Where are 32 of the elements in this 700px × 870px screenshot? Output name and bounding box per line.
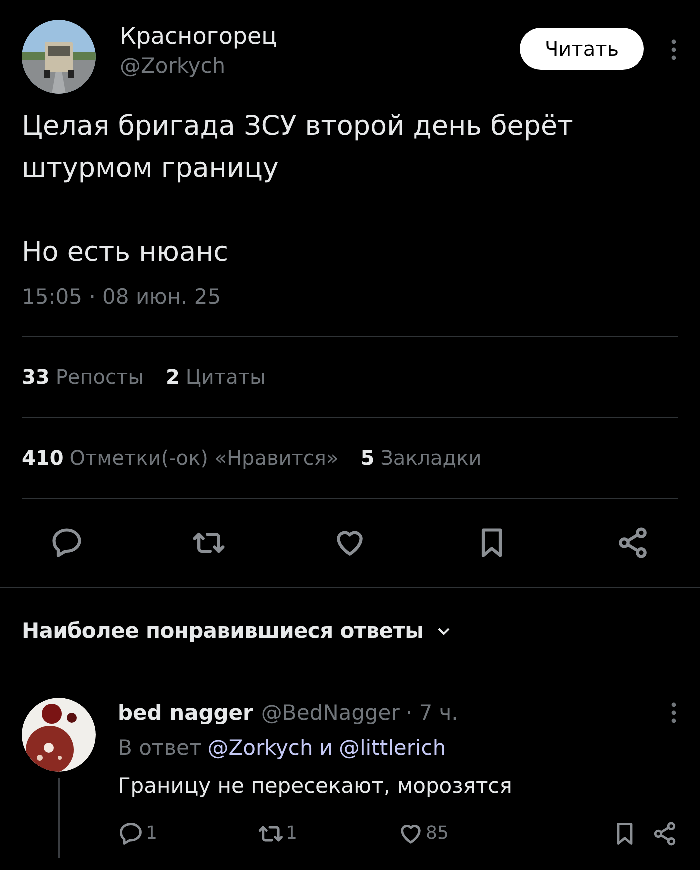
reply-time: · 7 ч.	[406, 700, 460, 726]
stat-count: 5	[360, 444, 375, 472]
stat-label: Закладки	[380, 444, 482, 472]
reply-author: bed nagger	[118, 700, 254, 726]
follow-button[interactable]: Читать	[520, 28, 644, 70]
action-count: 1	[286, 822, 298, 846]
section-title: Наиболее понравившиеся ответы	[22, 618, 424, 645]
mention-link[interactable]: @Zorkych	[208, 733, 314, 764]
stat-label: Репосты	[56, 364, 144, 390]
mention-link[interactable]: @littlerich	[338, 733, 446, 764]
stat-label: Отметки(-ок) «Нравится»	[70, 444, 339, 472]
share-icon[interactable]	[616, 526, 650, 560]
speech-bubble-icon[interactable]	[118, 820, 144, 846]
stat-label: Цитаты	[186, 364, 266, 390]
tweet-text: Целая бригада ЗСУ второй день берёт штурмом границу	[22, 110, 574, 186]
reply-to-label: В ответ	[118, 735, 202, 762]
action-count: 85	[426, 822, 449, 846]
stat-count: 33	[22, 364, 50, 390]
stat-count: 2	[166, 364, 180, 390]
author-name: Красногорец	[120, 23, 278, 52]
reply-handle: @BedNagger	[261, 700, 400, 726]
stat-count: 410	[22, 444, 64, 472]
author-handle: @Zorkych	[120, 53, 227, 80]
reply-text: Границу не пересекают, морозятся	[118, 772, 514, 800]
action-count: 1	[146, 822, 158, 846]
timestamp: 15:05 · 08 июн. 25	[22, 284, 222, 311]
speech-bubble-icon[interactable]	[50, 526, 84, 560]
tweet-text: Но есть нюанс	[22, 236, 230, 270]
more-options-icon[interactable]	[670, 701, 678, 726]
share-icon[interactable]	[652, 820, 678, 846]
more-options-icon[interactable]	[670, 38, 678, 62]
mention-joiner: и	[319, 735, 333, 762]
